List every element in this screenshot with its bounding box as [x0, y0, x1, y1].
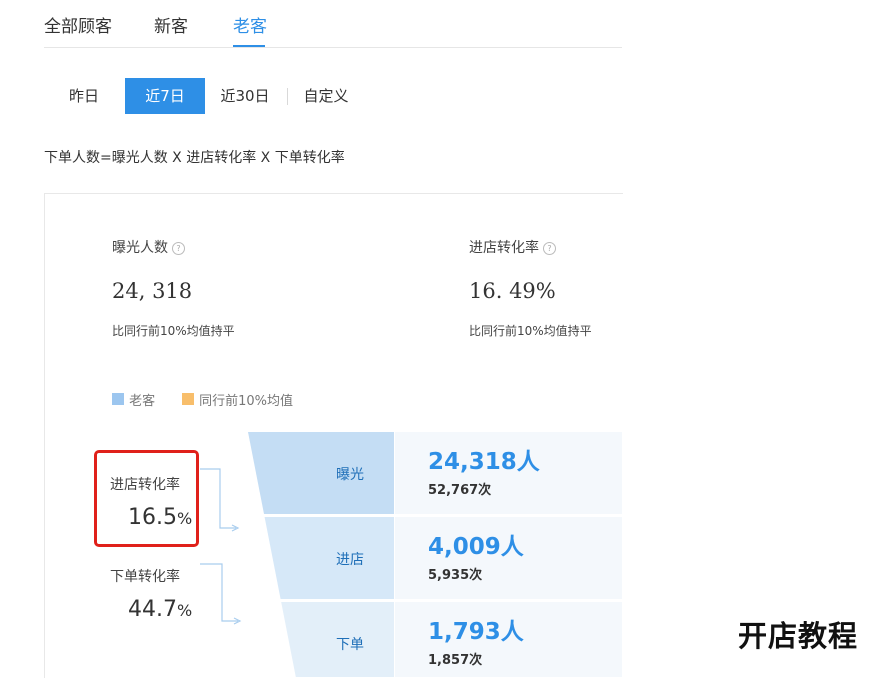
funnel-stage-1: [264, 517, 394, 599]
funnel-times-label-1: 5,935次: [428, 567, 482, 583]
funnel-people-label-1: 4,009人: [428, 534, 525, 560]
funnel-stage-label-2: 下单: [336, 637, 364, 653]
funnel-stage-label-1: 进店: [336, 552, 364, 568]
funnel-people-label-0: 24,318人: [428, 449, 541, 475]
funnel-times-label-0: 52,767次: [428, 482, 491, 498]
funnel-people-label-2: 1,793人: [428, 619, 525, 645]
watermark-text: 开店教程: [738, 619, 859, 653]
funnel-stage-0: [248, 432, 394, 514]
funnel-chart: 曝光 24,318人 52,767次进店 4,009人 5,935次下单 1,793人 1,…: [248, 432, 622, 677]
funnel-stage-label-0: 曝光: [336, 467, 364, 483]
funnel-times-label-2: 1,857次: [428, 652, 482, 668]
